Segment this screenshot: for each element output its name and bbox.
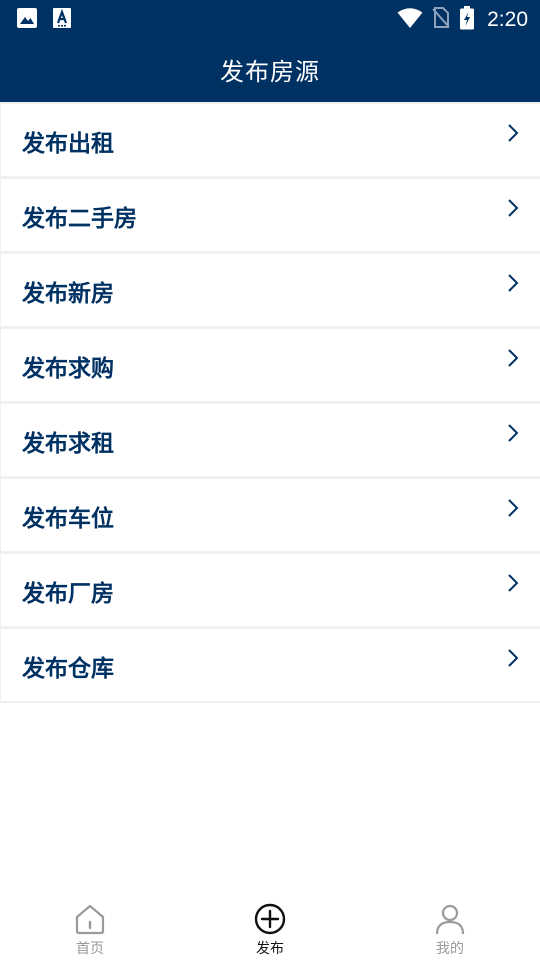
chevron-right-icon [508,424,519,442]
text-a-icon [52,7,72,33]
tab-publish[interactable]: 发布 [180,884,360,960]
tab-mine[interactable]: 我的 [360,884,540,960]
image-icon [16,7,38,33]
page-title: 发布房源 [220,57,320,86]
home-icon [75,904,105,935]
menu-item-label: 发布二手房 [22,206,137,232]
menu-item-label: 发布车位 [22,506,114,532]
tab-home[interactable]: 首页 [0,884,180,960]
menu-item-label: 发布厂房 [22,581,114,607]
person-icon [435,904,465,935]
publish-menu-list: 发布出租 发布二手房 发布新房 发布求购 发布求租 发布车位 发布厂房 发布仓库 [0,102,540,703]
menu-item-want-rent[interactable]: 发布求租 [1,404,540,476]
tab-publish-label: 发布 [256,941,284,957]
menu-item-label: 发布出租 [22,131,114,157]
wifi-icon [397,7,423,33]
menu-item-factory[interactable]: 发布厂房 [1,554,540,626]
chevron-right-icon [508,199,519,217]
battery-charging-icon [459,6,475,34]
menu-item-new-house[interactable]: 发布新房 [1,254,540,326]
chevron-right-icon [508,649,519,667]
status-right-icons: 2:20 [397,6,528,34]
menu-item-label: 发布求购 [22,356,114,382]
tab-mine-label: 我的 [436,941,464,957]
menu-item-want-buy[interactable]: 发布求购 [1,329,540,401]
menu-item-parking[interactable]: 发布车位 [1,479,540,551]
menu-item-second-hand[interactable]: 发布二手房 [1,179,540,251]
title-bar: 发布房源 [0,36,540,102]
status-left-icons [16,7,72,33]
menu-item-rent-out[interactable]: 发布出租 [1,104,540,176]
chevron-right-icon [508,499,519,517]
chevron-right-icon [508,124,519,142]
bottom-nav: 首页 发布 我的 [0,884,540,960]
add-circle-icon [254,903,286,935]
menu-item-warehouse[interactable]: 发布仓库 [1,629,540,701]
status-time: 2:20 [487,8,528,31]
menu-item-label: 发布新房 [22,281,114,307]
no-sim-icon [431,6,451,34]
status-bar: 2:20 [0,0,540,36]
menu-item-label: 发布求租 [22,431,114,457]
chevron-right-icon [508,274,519,292]
menu-item-label: 发布仓库 [22,656,114,682]
chevron-right-icon [508,349,519,367]
chevron-right-icon [508,574,519,592]
tab-home-label: 首页 [76,941,104,957]
app-screen: 2:20 发布房源 发布出租 发布二手房 发布新房 发布求购 发布求租 发布车位… [0,0,540,960]
